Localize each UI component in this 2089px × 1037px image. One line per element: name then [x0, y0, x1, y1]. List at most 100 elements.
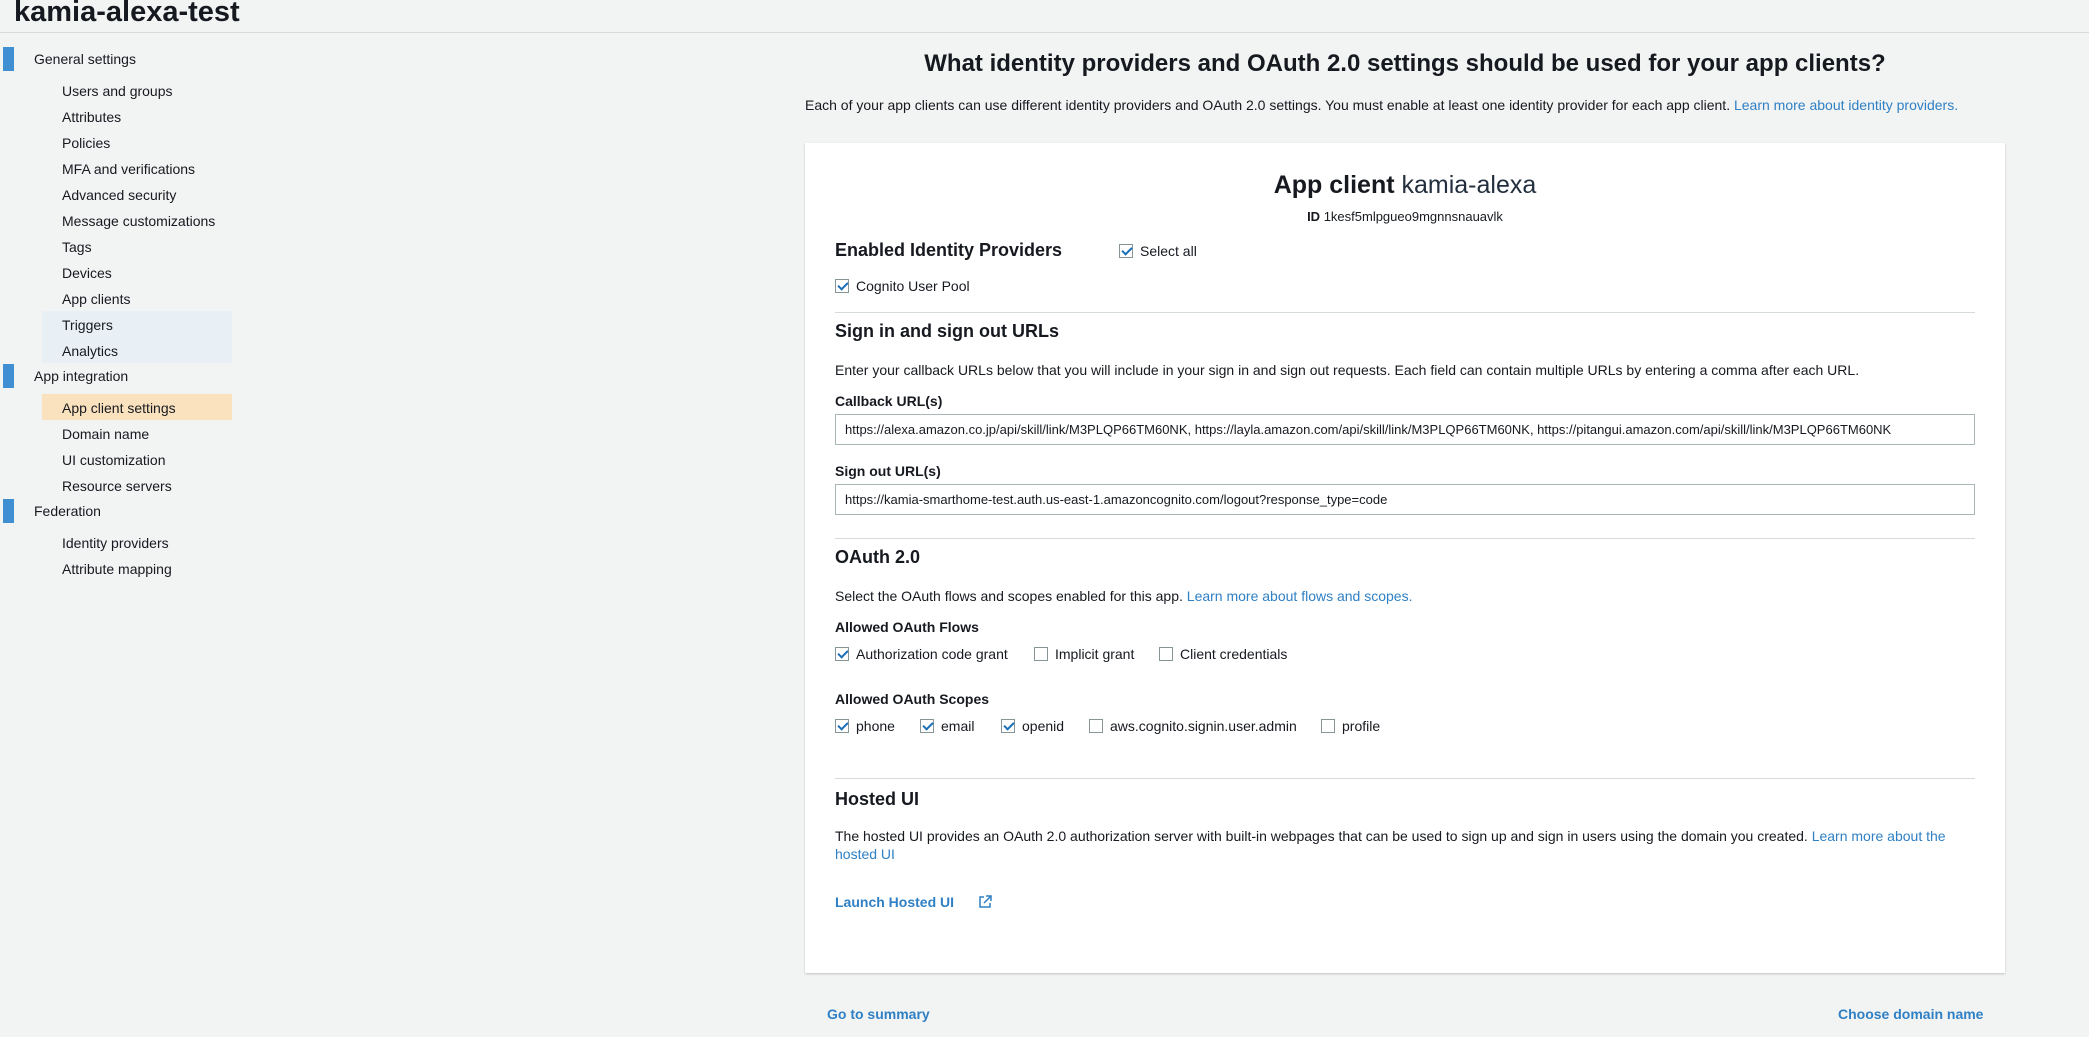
hosted-ui-description-text: The hosted UI provides an OAuth 2.0 auth…: [835, 828, 1808, 844]
sidebar-item-attribute-mapping[interactable]: Attribute mapping: [0, 555, 232, 581]
app-client-title: App client kamia-alexa: [805, 171, 2005, 200]
divider: [835, 778, 1975, 779]
checkbox-box[interactable]: [835, 719, 849, 733]
scope-admin-checkbox[interactable]: aws.cognito.signin.user.admin: [1089, 718, 1297, 734]
checkbox-box[interactable]: [1321, 719, 1335, 733]
app-client-name: kamia-alexa: [1401, 171, 1537, 199]
external-link-icon: [979, 895, 992, 908]
app-client-id-label: ID: [1307, 209, 1321, 224]
learn-more-flows-scopes-link[interactable]: Learn more about flows and scopes.: [1187, 588, 1413, 604]
sidebar-item-label: Resource servers: [62, 478, 172, 494]
sidebar-item-app-client-settings[interactable]: App client settings: [42, 394, 232, 420]
sidebar-item-label: Attribute mapping: [62, 561, 172, 577]
enabled-identity-providers-heading: Enabled Identity Providers: [835, 240, 1063, 260]
oauth-description: Select the OAuth flows and scopes enable…: [835, 588, 1412, 604]
sidebar-item-triggers[interactable]: Triggers: [42, 311, 232, 337]
sidebar-item-label: UI customization: [62, 452, 166, 468]
sidebar-item-label: Identity providers: [62, 535, 169, 551]
hosted-ui-heading: Hosted UI: [835, 789, 920, 809]
sign-out-urls-label: Sign out URL(s): [835, 463, 941, 479]
checkbox-box[interactable]: [920, 719, 934, 733]
sidebar-item-app-clients[interactable]: App clients: [0, 285, 232, 311]
pool-title: kamia-alexa-test: [14, 0, 240, 28]
learn-more-hosted-ui-link[interactable]: Learn more about the: [1812, 828, 1946, 844]
section-marker: [3, 499, 14, 523]
flow-client-credentials-checkbox[interactable]: Client credentials: [1159, 646, 1287, 662]
divider: [835, 538, 1975, 539]
sidebar-item-tags[interactable]: Tags: [0, 233, 232, 259]
page-title: What identity providers and OAuth 2.0 se…: [924, 50, 1886, 77]
sidebar-section-label: Federation: [34, 503, 101, 519]
launch-hosted-ui-link[interactable]: Launch Hosted UI: [835, 894, 992, 910]
sidebar-section-general-settings[interactable]: General settings: [0, 46, 232, 72]
sidebar-item-label: App client settings: [62, 400, 176, 416]
scope-profile-checkbox[interactable]: profile: [1321, 718, 1380, 734]
sidebar-item-users-and-groups[interactable]: Users and groups: [0, 77, 232, 103]
checkbox-box[interactable]: [1034, 647, 1048, 661]
cognito-user-pool-label: Cognito User Pool: [856, 278, 970, 294]
sidebar-item-ui-customization[interactable]: UI customization: [0, 446, 232, 472]
sidebar-item-label: Users and groups: [62, 83, 173, 99]
callback-urls-label: Callback URL(s): [835, 393, 943, 409]
flow-authorization-code-checkbox[interactable]: Authorization code grant: [835, 646, 1008, 662]
sidebar-item-message-customizations[interactable]: Message customizations: [0, 207, 232, 233]
callback-urls-input[interactable]: [835, 414, 1975, 445]
flow-implicit-grant-checkbox[interactable]: Implicit grant: [1034, 646, 1134, 662]
sidebar-item-policies[interactable]: Policies: [0, 129, 232, 155]
learn-more-identity-providers-link[interactable]: Learn more about identity providers.: [1734, 97, 1958, 113]
app-client-id: ID 1kesf5mlpgueo9mgnnsnauavlk: [805, 209, 2005, 224]
sidebar-item-identity-providers[interactable]: Identity providers: [0, 529, 232, 555]
scope-phone-checkbox[interactable]: phone: [835, 718, 895, 734]
scope-label: profile: [1342, 718, 1381, 734]
select-all-checkbox[interactable]: Select all: [1119, 243, 1197, 259]
sidebar-item-devices[interactable]: Devices: [0, 259, 232, 285]
section-marker: [3, 364, 14, 388]
sidebar-item-label: Analytics: [62, 343, 119, 359]
app-client-id-value: 1kesf5mlpgueo9mgnnsnauavlk: [1323, 209, 1503, 224]
sidebar-nav: General settings Users and groups Attrib…: [0, 46, 232, 581]
sidebar-section-federation[interactable]: Federation: [0, 498, 232, 524]
sidebar-item-analytics[interactable]: Analytics: [42, 337, 232, 363]
select-all-label: Select all: [1140, 243, 1197, 259]
sidebar-section-app-integration[interactable]: App integration: [0, 363, 232, 389]
sign-out-urls-input[interactable]: [835, 484, 1975, 515]
scope-label: email: [941, 718, 975, 734]
checkbox-box[interactable]: [1159, 647, 1173, 661]
sidebar-item-mfa[interactable]: MFA and verifications: [0, 155, 232, 181]
checkbox-box[interactable]: [835, 647, 849, 661]
launch-hosted-ui-label: Launch Hosted UI: [835, 894, 955, 910]
sidebar-item-label: Attributes: [62, 109, 122, 125]
scope-label: phone: [856, 718, 895, 734]
allowed-oauth-flows-label: Allowed OAuth Flows: [835, 619, 979, 635]
cognito-user-pool-checkbox[interactable]: Cognito User Pool: [835, 278, 970, 294]
sign-in-out-urls-heading: Sign in and sign out URLs: [835, 321, 1059, 341]
sidebar-item-resource-servers[interactable]: Resource servers: [0, 472, 232, 498]
top-header: kamia-alexa-test: [0, 0, 2089, 33]
checkbox-box[interactable]: [1089, 719, 1103, 733]
hosted-ui-description: The hosted UI provides an OAuth 2.0 auth…: [835, 827, 1975, 863]
flow-label: Implicit grant: [1055, 646, 1135, 662]
sidebar-item-label: Triggers: [62, 317, 113, 333]
flow-label: Authorization code grant: [856, 646, 1008, 662]
checkbox-box[interactable]: [1001, 719, 1015, 733]
sidebar-item-attributes[interactable]: Attributes: [0, 103, 232, 129]
oauth-heading: OAuth 2.0: [835, 547, 921, 567]
sidebar-item-advanced-security[interactable]: Advanced security: [0, 181, 232, 207]
scope-label: openid: [1022, 718, 1065, 734]
go-to-summary-link[interactable]: Go to summary: [827, 1006, 930, 1022]
learn-more-hosted-ui-link-2[interactable]: hosted UI: [835, 846, 895, 862]
scope-openid-checkbox[interactable]: openid: [1001, 718, 1064, 734]
choose-domain-name-link[interactable]: Choose domain name: [1838, 1006, 1983, 1022]
scope-email-checkbox[interactable]: email: [920, 718, 974, 734]
divider: [835, 312, 1975, 313]
sidebar-item-label: Policies: [62, 135, 111, 151]
sidebar-item-label: MFA and verifications: [62, 161, 196, 177]
sidebar-item-domain-name[interactable]: Domain name: [0, 420, 232, 446]
checkbox-box[interactable]: [835, 279, 849, 293]
scope-label: aws.cognito.signin.user.admin: [1110, 718, 1297, 734]
checkbox-box[interactable]: [1119, 244, 1133, 258]
sidebar-item-label: Domain name: [62, 426, 150, 442]
sidebar-section-label: App integration: [34, 368, 129, 384]
sidebar-item-label: Message customizations: [62, 213, 216, 229]
urls-description: Enter your callback URLs below that you …: [835, 362, 1860, 378]
